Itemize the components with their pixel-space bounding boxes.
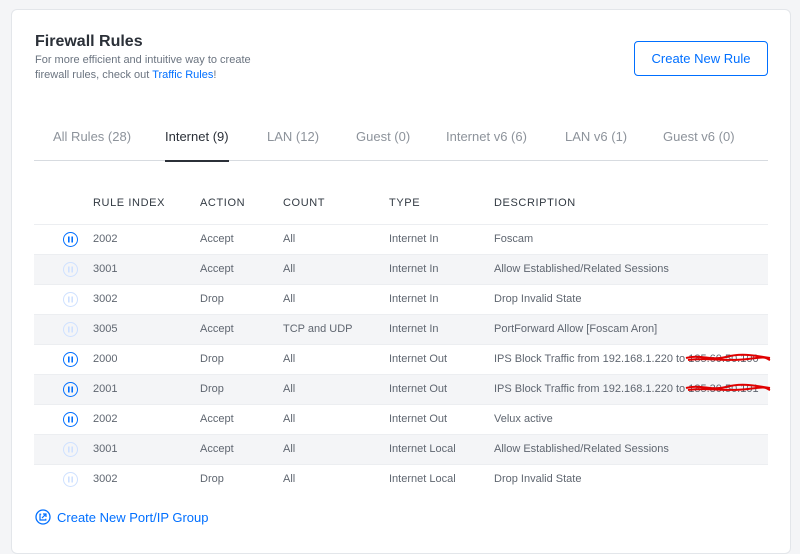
create-port-ip-group-label: Create New Port/IP Group xyxy=(57,509,209,525)
pause-icon[interactable] xyxy=(63,292,78,307)
scribble-redaction xyxy=(685,353,771,361)
count-cell: All xyxy=(283,383,296,395)
type-cell: Internet Out xyxy=(389,353,448,365)
firewall-rules-card: Firewall Rules For more efficient and in… xyxy=(11,9,791,554)
description-cell: Allow Established/Related Sessions xyxy=(494,443,669,455)
page-subtitle: For more efficient and intuitive way to … xyxy=(35,53,275,83)
page-title: Firewall Rules xyxy=(35,33,143,50)
description-text: Velux active xyxy=(494,413,553,425)
rule-index-cell: 3002 xyxy=(93,473,118,485)
table-row[interactable]: 3005 Accept TCP and UDP Internet In PortForw… xyxy=(34,314,768,344)
type-cell: Internet Out xyxy=(389,413,448,425)
rule-index-cell: 2001 xyxy=(93,383,118,395)
external-link-icon xyxy=(35,509,51,525)
pause-icon[interactable] xyxy=(63,232,78,247)
description-text: Drop Invalid State xyxy=(494,293,582,305)
tab-all-rules[interactable]: All Rules (28) xyxy=(53,129,131,144)
action-cell: Drop xyxy=(200,353,224,365)
table-row[interactable]: 3001 Accept All Internet In Allow Establishe… xyxy=(34,254,768,284)
action-cell: Accept xyxy=(200,443,234,455)
type-cell: Internet In xyxy=(389,233,439,245)
table-row[interactable]: 2002 Accept All Internet In Foscam xyxy=(34,224,768,254)
table-row[interactable]: 2001 Drop All Internet Out IPS Block Traffic… xyxy=(34,374,771,404)
count-cell: All xyxy=(283,293,296,305)
count-cell: All xyxy=(283,413,296,425)
rule-index-cell: 2002 xyxy=(93,413,118,425)
table-row[interactable]: 3001 Accept All Internet Local Allow Establi… xyxy=(34,434,768,464)
rule-index-cell: 2000 xyxy=(93,353,118,365)
type-cell: Internet In xyxy=(389,263,439,275)
table-row[interactable]: 3002 Drop All Internet Local Drop Invalid St… xyxy=(34,464,768,494)
type-cell: Internet Local xyxy=(389,473,456,485)
subtitle-end: ! xyxy=(213,69,217,81)
type-cell: Internet In xyxy=(389,323,439,335)
description-cell: PortForward Allow [Foscam Aron] xyxy=(494,323,657,335)
create-port-ip-group-link[interactable]: Create New Port/IP Group xyxy=(35,509,209,525)
subtitle-text: For more efficient and intuitive way to … xyxy=(35,54,251,81)
create-new-rule-button[interactable]: Create New Rule xyxy=(634,41,768,76)
count-cell: All xyxy=(283,473,296,485)
rule-index-cell: 3001 xyxy=(93,443,118,455)
action-cell: Accept xyxy=(200,413,234,425)
table-row[interactable]: 2000 Drop All Internet Out IPS Block Traffic… xyxy=(34,344,771,374)
description-cell: Allow Established/Related Sessions xyxy=(494,263,669,275)
pause-icon[interactable] xyxy=(63,262,78,277)
description-cell: IPS Block Traffic from 192.168.1.220 to … xyxy=(494,383,771,395)
action-cell: Accept xyxy=(200,323,234,335)
tab-lan-v6[interactable]: LAN v6 (1) xyxy=(565,129,627,144)
description-cell: Foscam xyxy=(494,233,533,245)
rule-index-cell: 3005 xyxy=(93,323,118,335)
action-cell: Accept xyxy=(200,263,234,275)
pause-icon[interactable] xyxy=(63,442,78,457)
description-text: Allow Established/Related Sessions xyxy=(494,443,669,455)
description-cell: Velux active xyxy=(494,413,553,425)
action-cell: Drop xyxy=(200,473,224,485)
pause-icon[interactable] xyxy=(63,472,78,487)
description-text: Foscam xyxy=(494,233,534,245)
tab-internet[interactable]: Internet (9) xyxy=(165,129,229,162)
pause-icon[interactable] xyxy=(63,412,78,427)
pause-icon[interactable] xyxy=(63,352,78,367)
count-cell: All xyxy=(283,353,296,365)
column-header-action[interactable]: ACTION xyxy=(200,197,245,209)
action-cell: Accept xyxy=(200,233,234,245)
pause-icon[interactable] xyxy=(63,382,78,397)
type-cell: Internet Out xyxy=(389,383,448,395)
description-text: IPS Block Traffic from 192.168.1.220 to xyxy=(494,383,689,395)
traffic-rules-link[interactable]: Traffic Rules xyxy=(152,69,213,81)
description-text: Drop Invalid State xyxy=(494,473,582,485)
scribble-redaction xyxy=(685,383,771,391)
count-cell: All xyxy=(283,443,296,455)
tab-internet-v6[interactable]: Internet v6 (6) xyxy=(446,129,527,144)
description-cell: IPS Block Traffic from 192.168.1.220 to … xyxy=(494,353,771,365)
count-cell: TCP and UDP xyxy=(283,323,353,335)
count-cell: All xyxy=(283,233,296,245)
description-text: IPS Block Traffic from 192.168.1.220 to xyxy=(494,353,689,365)
column-header-count[interactable]: COUNT xyxy=(283,197,325,209)
type-cell: Internet Local xyxy=(389,443,456,455)
type-cell: Internet In xyxy=(389,293,439,305)
rule-tabs: All Rules (28) Internet (9) LAN (12) Gue… xyxy=(34,122,768,162)
tab-guest[interactable]: Guest (0) xyxy=(356,129,410,144)
rule-index-cell: 2002 xyxy=(93,233,118,245)
action-cell: Drop xyxy=(200,293,224,305)
count-cell: All xyxy=(283,263,296,275)
table-row[interactable]: 3002 Drop All Internet In Drop Invalid State xyxy=(34,284,768,314)
description-text: PortForward Allow [Foscam Aron] xyxy=(494,323,658,335)
tab-guest-v6[interactable]: Guest v6 (0) xyxy=(663,129,735,144)
table-row[interactable]: 2002 Accept All Internet Out Velux active xyxy=(34,404,768,434)
redacted-ip: 185.60.50.100 xyxy=(685,353,771,365)
rule-index-cell: 3002 xyxy=(93,293,118,305)
action-cell: Drop xyxy=(200,383,224,395)
pause-icon[interactable] xyxy=(63,322,78,337)
description-text: Allow Established/Related Sessions xyxy=(494,263,669,275)
rule-index-cell: 3001 xyxy=(93,263,118,275)
description-cell: Drop Invalid State xyxy=(494,473,581,485)
description-cell: Drop Invalid State xyxy=(494,293,581,305)
tab-lan[interactable]: LAN (12) xyxy=(267,129,319,144)
redacted-ip: 185.30.50.101 xyxy=(685,383,771,395)
column-header-type[interactable]: TYPE xyxy=(389,197,420,209)
column-header-rule-index[interactable]: RULE INDEX xyxy=(93,197,165,209)
column-header-description[interactable]: DESCRIPTION xyxy=(494,197,576,209)
